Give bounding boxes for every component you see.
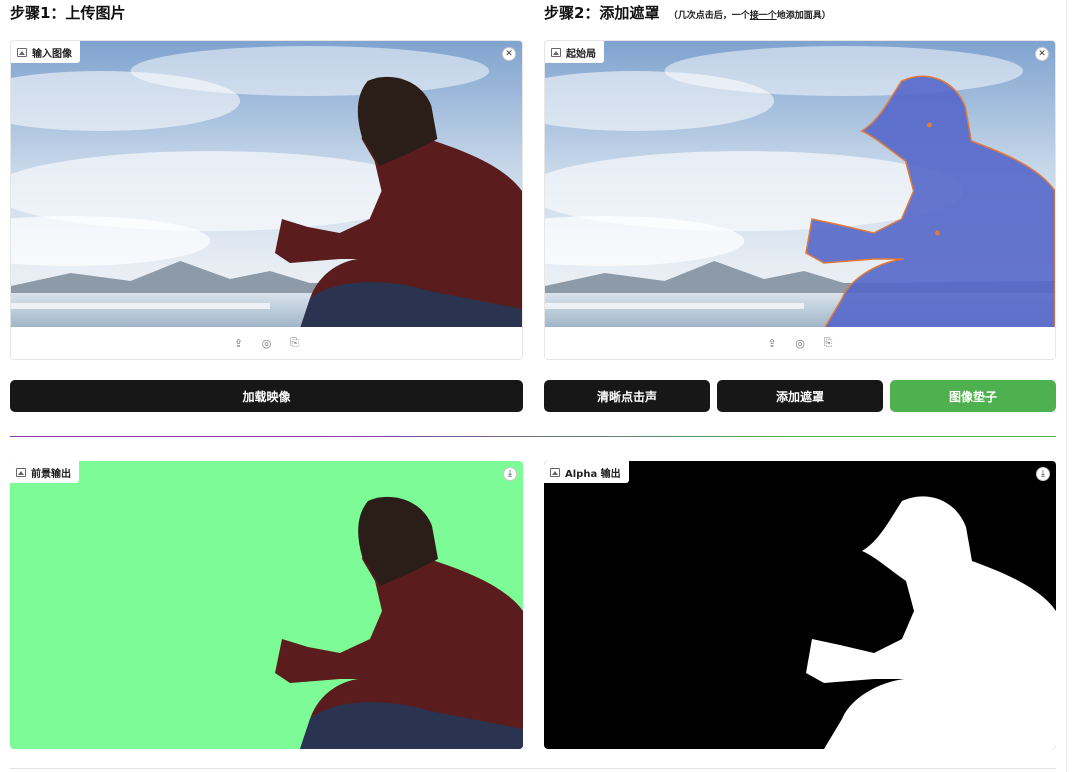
clear-image-button[interactable]: ✕ bbox=[502, 47, 516, 61]
image-icon bbox=[550, 467, 560, 477]
start-image-panel[interactable]: 起始局 ✕ ⇪ ◎ ⎘ bbox=[544, 40, 1056, 360]
close-icon: ✕ bbox=[1038, 48, 1046, 59]
step2-hint: （几次点击后，一个接一个地添加面具） bbox=[668, 11, 831, 21]
step1-title-text: 步骤1：上传图片 bbox=[10, 4, 126, 22]
step2-title-text: 步骤2：添加遮罩 bbox=[544, 4, 660, 22]
download-icon: ⤓ bbox=[508, 468, 512, 479]
foreground-output-label: 前景输出 bbox=[10, 461, 79, 483]
upload-icon[interactable]: ⇪ bbox=[767, 337, 777, 350]
image-icon bbox=[16, 467, 26, 477]
page-scrollbar[interactable] bbox=[1066, 0, 1080, 772]
download-foreground-button[interactable]: ⤓ bbox=[503, 467, 517, 481]
input-image-label: 输入图像 bbox=[11, 41, 80, 63]
webcam-icon[interactable]: ◎ bbox=[795, 337, 805, 350]
paste-icon[interactable]: ⎘ bbox=[823, 336, 833, 350]
image-icon bbox=[17, 47, 27, 57]
input-photo bbox=[11, 41, 522, 329]
step2-title: 步骤2：添加遮罩 （几次点击后，一个接一个地添加面具） bbox=[544, 2, 831, 23]
add-mask-button[interactable]: 添加遮罩 bbox=[717, 380, 883, 412]
input-toolbar: ⇪ ◎ ⎘ bbox=[11, 327, 522, 359]
download-icon: ⤓ bbox=[1041, 468, 1045, 479]
bottom-divider bbox=[10, 768, 1056, 769]
step1-title: 步骤1：上传图片 bbox=[10, 2, 125, 23]
start-photo[interactable] bbox=[545, 41, 1055, 329]
click-point bbox=[927, 122, 932, 128]
close-icon: ✕ bbox=[505, 48, 513, 59]
section-divider bbox=[10, 436, 1056, 437]
foreground-output-panel: 前景输出 ⤓ bbox=[10, 461, 523, 749]
alpha-output-panel: Alpha 输出 ⤓ bbox=[544, 461, 1056, 749]
upload-icon[interactable]: ⇪ bbox=[234, 337, 244, 350]
image-matte-button[interactable]: 图像垫子 bbox=[890, 380, 1056, 412]
image-icon bbox=[551, 47, 561, 57]
load-image-button[interactable]: 加载映像 bbox=[10, 380, 523, 412]
alpha-output-label: Alpha 输出 bbox=[544, 461, 629, 483]
download-alpha-button[interactable]: ⤓ bbox=[1036, 467, 1050, 481]
click-point bbox=[934, 230, 940, 236]
clear-start-button[interactable]: ✕ bbox=[1035, 47, 1049, 61]
foreground-photo bbox=[10, 461, 523, 749]
start-image-label: 起始局 bbox=[545, 41, 604, 63]
clear-clicks-button[interactable]: 清晰点击声 bbox=[544, 380, 710, 412]
paste-icon[interactable]: ⎘ bbox=[290, 336, 300, 350]
input-image-panel[interactable]: 输入图像 ✕ ⇪ ◎ ⎘ bbox=[10, 40, 523, 360]
webcam-icon[interactable]: ◎ bbox=[262, 337, 272, 350]
alpha-photo bbox=[544, 461, 1056, 749]
start-toolbar: ⇪ ◎ ⎘ bbox=[545, 327, 1055, 359]
